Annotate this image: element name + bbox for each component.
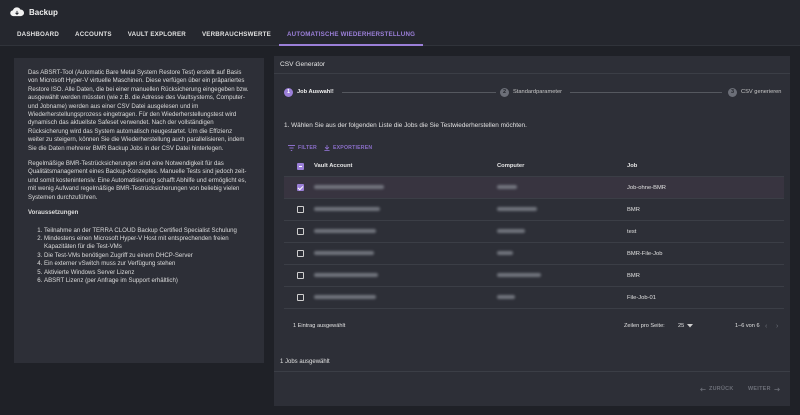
redacted-vault-account [314, 206, 380, 211]
step-connector [342, 92, 496, 93]
back-label: ZURÜCK [709, 386, 734, 392]
divider [274, 371, 790, 372]
csv-generator-title: CSV Generator [274, 56, 790, 74]
next-label: WEITER [748, 386, 771, 392]
row-checkbox[interactable] [296, 206, 304, 213]
requirement-item: Teilnahme an der TERRA CLOUD Backup Cert… [44, 227, 250, 235]
row-checkbox[interactable] [296, 272, 304, 279]
redacted-computer [497, 228, 525, 233]
main-tabs: DASHBOARD ACCOUNTS VAULT EXPLORER VERBRA… [0, 24, 800, 46]
arrow-left-icon [700, 387, 706, 391]
tab-verbrauchswerte[interactable]: VERBRAUCHSWERTE [194, 24, 279, 45]
row-checkbox[interactable] [296, 184, 304, 191]
step-number: 2 [500, 87, 509, 97]
requirements-title: Voraussetzungen [28, 209, 79, 217]
caret-down-icon [687, 324, 694, 328]
row-checkbox[interactable] [296, 294, 304, 301]
chevron-left-icon: ‹ [765, 322, 768, 330]
job-cell: File-Job-01 [627, 294, 656, 301]
redacted-vault-account [314, 294, 376, 299]
tab-automatische-wiederherstellung[interactable]: AUTOMATISCHE WIEDERHERSTELLUNG [278, 24, 424, 46]
step-standardparameter[interactable]: 2 Standardparameter [500, 86, 562, 98]
table-row[interactable]: test [284, 221, 784, 243]
selection-count: 1 Eintrag ausgewählt [293, 323, 346, 329]
step-job-auswahl[interactable]: 1 Job Auswahl! [284, 86, 334, 98]
redacted-vault-account [314, 272, 378, 277]
arrow-right-icon [774, 387, 780, 391]
export-label: EXPORTIEREN [332, 145, 373, 151]
row-checkbox[interactable] [296, 228, 304, 235]
requirements-list: Teilnahme an der TERRA CLOUD Backup Cert… [28, 227, 250, 286]
step-connector [570, 92, 722, 93]
job-cell: BMR [627, 206, 640, 213]
job-cell: BMR-File-Job [627, 250, 663, 257]
rows-per-page-value: 25 [678, 323, 685, 329]
filter-button[interactable]: FILTER [288, 145, 317, 151]
jobs-selected-text: 1 Jobs ausgewählt [280, 359, 330, 365]
table-row[interactable]: BMR-File-Job [284, 243, 784, 265]
filter-label: FILTER [298, 145, 317, 151]
instruction-text: 1. Wählen Sie aus der folgenden Liste di… [284, 122, 527, 129]
rows-per-page-select[interactable]: 25 [678, 323, 694, 329]
step-label: Job Auswahl! [297, 89, 334, 95]
requirement-item: Aktivierte Windows Server Lizenz [44, 269, 250, 277]
table-row[interactable]: BMR [284, 265, 784, 287]
redacted-vault-account [314, 228, 376, 233]
redacted-computer [497, 250, 513, 255]
app-bar: Backup [0, 0, 800, 24]
redacted-computer [497, 184, 517, 189]
app-title: Backup [29, 7, 58, 17]
table-row[interactable]: File-Job-01 [284, 287, 784, 309]
tab-vault-explorer[interactable]: VAULT EXPLORER [120, 24, 194, 45]
cloud-icon [10, 7, 24, 17]
step-number: 3 [728, 87, 737, 97]
table-row[interactable]: BMR [284, 199, 784, 221]
table-footer: 1 Eintrag ausgewählt Zeilen pro Seite: 2… [284, 319, 784, 333]
column-job[interactable]: Job [627, 163, 784, 169]
step-number: 1 [284, 87, 293, 97]
table-header-row: Vault Account Computer Job [284, 156, 784, 177]
redacted-computer [497, 206, 537, 211]
filter-icon [288, 145, 295, 151]
redacted-computer [497, 294, 515, 299]
table-row[interactable]: Job-ohne-BMR [284, 177, 784, 199]
next-page-button[interactable]: › [776, 323, 778, 330]
step-csv-generieren[interactable]: 3 CSV generieren [728, 86, 781, 98]
info-paragraph-absrt: Das ABSRT-Tool (Automatic Bare Metal Sys… [28, 69, 249, 152]
step-label: CSV generieren [741, 89, 782, 95]
chevron-right-icon: › [776, 322, 779, 330]
rows-per-page-label: Zeilen pro Seite: [624, 323, 665, 329]
back-button[interactable]: ZURÜCK [700, 386, 734, 392]
download-icon [324, 145, 330, 151]
row-checkbox[interactable] [296, 250, 304, 257]
jobs-table: Vault Account Computer Job Job-ohne-BMR … [284, 156, 784, 309]
requirement-item: Die Test-VMs benötigen Zugriff zu einem … [44, 252, 250, 260]
pagination-range: 1–6 von 6 [735, 323, 760, 329]
column-computer[interactable]: Computer [497, 163, 627, 169]
select-all-checkbox[interactable] [296, 162, 304, 170]
job-cell: Job-ohne-BMR [627, 184, 666, 191]
job-cell: BMR [627, 272, 640, 279]
tab-dashboard[interactable]: DASHBOARD [9, 24, 67, 45]
redacted-vault-account [314, 184, 384, 189]
tab-accounts[interactable]: ACCOUNTS [67, 24, 120, 45]
redacted-computer [497, 272, 541, 277]
requirement-item: Ein externer vSwitch muss zur Verfügung … [44, 260, 250, 268]
export-button[interactable]: EXPORTIEREN [324, 145, 372, 151]
info-panel: Das ABSRT-Tool (Automatic Bare Metal Sys… [14, 58, 264, 363]
prev-page-button[interactable]: ‹ [765, 323, 767, 330]
step-label: Standardparameter [513, 89, 563, 95]
csv-generator-panel: CSV Generator 1 Job Auswahl! 2 Standardp… [274, 56, 790, 406]
requirement-item: Mindestens einen Microsoft Hyper-V Host … [44, 235, 250, 252]
redacted-vault-account [314, 250, 374, 255]
job-cell: test [627, 228, 637, 235]
stepper: 1 Job Auswahl! 2 Standardparameter 3 CSV… [280, 86, 784, 98]
next-button[interactable]: WEITER [748, 386, 780, 392]
table-toolbar: FILTER EXPORTIEREN [288, 145, 379, 151]
info-paragraph-bmr: Regelmäßige BMR-Testrücksicherungen sind… [28, 160, 247, 201]
requirement-item: ABSRT Lizenz (per Anfrage im Support erh… [44, 277, 250, 285]
column-vault-account[interactable]: Vault Account [314, 163, 497, 169]
